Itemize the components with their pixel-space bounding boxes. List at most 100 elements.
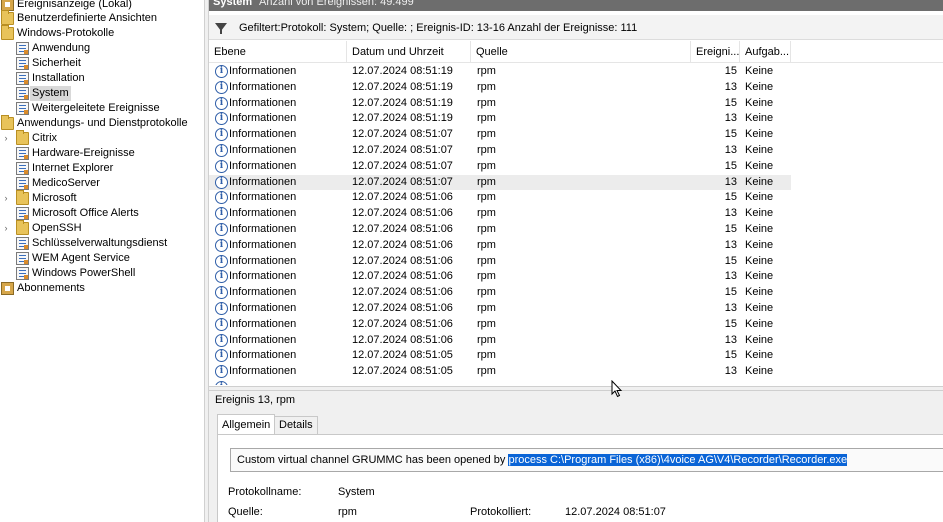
tree-item-windows-protokolle[interactable]: Windows-Protokolle — [0, 25, 204, 41]
event-id: 15 — [724, 128, 737, 140]
column-header-source[interactable]: Quelle — [471, 41, 691, 63]
filter-bar: Gefiltert:Protokoll: System; Quelle: ; E… — [209, 15, 943, 40]
event-id: 15 — [724, 223, 737, 235]
log-icon — [16, 102, 29, 115]
event-grid: Ebene Datum und Uhrzeit Quelle Ereigni..… — [209, 41, 943, 386]
event-task: Keine — [745, 239, 774, 251]
event-row[interactable]: i Informationen 12.07.2024 08:51:19 rpm 13 Ke… — [209, 80, 791, 95]
event-task: Keine — [745, 112, 774, 124]
tree-item-microsoft[interactable]: › Microsoft — [0, 190, 204, 206]
event-row[interactable]: i Informationen 12.07.2024 08:51:05 rpm 15 Ke… — [209, 348, 791, 363]
event-row[interactable]: i Informationen 12.07.2024 08:51:07 rpm 15 Ke… — [209, 159, 791, 174]
tree-item-microsoft-office-alerts[interactable]: Microsoft Office Alerts — [0, 206, 204, 221]
event-row[interactable]: i Informationen 12.07.2024 08:51:06 rpm 13 Ke… — [209, 206, 791, 221]
log-title: System — [213, 0, 253, 8]
event-row[interactable]: i Informationen 12.07.2024 08:51:19 rpm 15 Ke… — [209, 64, 791, 79]
column-header-task[interactable]: Aufgab... — [740, 41, 791, 63]
event-description[interactable]: Custom virtual channel GRUMMC has been o… — [237, 454, 848, 466]
event-source: rpm — [477, 349, 496, 361]
tree-item-label: Schlüsselverwaltungsdienst — [32, 237, 168, 249]
tree-item-abonnements[interactable]: Abonnements — [0, 281, 204, 296]
information-icon: i — [215, 381, 228, 385]
event-source: rpm — [477, 191, 496, 203]
column-header-event-id[interactable]: Ereigni... — [691, 41, 740, 63]
event-source: rpm — [477, 302, 496, 314]
event-source: rpm — [477, 270, 496, 282]
information-icon: i — [215, 81, 228, 94]
expand-caret-icon[interactable]: › — [2, 221, 10, 236]
event-row[interactable]: i Informationen 12.07.2024 08:51:06 rpm 13 Ke… — [209, 333, 791, 348]
column-header-date[interactable]: Datum und Uhrzeit — [347, 41, 471, 63]
protokolliert-label: Protokolliert: — [470, 506, 532, 518]
event-date: 12.07.2024 08:51:05 — [352, 365, 453, 377]
event-date: 12.07.2024 08:51:06 — [352, 207, 453, 219]
event-date: 12.07.2024 08:51:06 — [352, 318, 453, 330]
event-level: Informationen — [229, 270, 297, 282]
log-icon — [16, 42, 29, 55]
event-row[interactable]: i Informationen 12.07.2024 08:51:06 rpm 15 Ke… — [209, 254, 791, 269]
event-date: 12.07.2024 08:51:19 — [352, 65, 453, 77]
event-task: Keine — [745, 318, 774, 330]
information-icon: i — [215, 112, 228, 125]
event-row[interactable]: i Informationen 12.07.2024 08:51:06 rpm 15 Ke… — [209, 190, 791, 205]
event-id: 13 — [724, 112, 737, 124]
event-row-partial[interactable]: i — [209, 380, 791, 385]
description-selected-text[interactable]: process C:\Program Files (x86)\4voice AG… — [508, 454, 848, 466]
event-row[interactable]: i Informationen 12.07.2024 08:51:06 rpm 13 Ke… — [209, 269, 791, 284]
event-source: rpm — [477, 239, 496, 251]
event-row[interactable]: i Informationen 12.07.2024 08:51:06 rpm 15 Ke… — [209, 222, 791, 237]
column-header-level[interactable]: Ebene — [209, 41, 347, 63]
event-row[interactable]: i Informationen 12.07.2024 08:51:06 rpm 13 Ke… — [209, 301, 791, 316]
tree-item-internet-explorer[interactable]: Internet Explorer — [0, 161, 204, 176]
event-date: 12.07.2024 08:51:06 — [352, 223, 453, 235]
event-level: Informationen — [229, 65, 297, 77]
tab-allgemein[interactable]: Allgemein — [217, 414, 276, 435]
protokollname-value: System — [338, 486, 375, 498]
tree-item-medicoserver[interactable]: MedicoServer — [0, 176, 204, 191]
event-row[interactable]: i Informationen 12.07.2024 08:51:06 rpm 15 Ke… — [209, 317, 791, 332]
tree-item-system[interactable]: System — [0, 86, 204, 101]
column-header-row: Ebene Datum und Uhrzeit Quelle Ereigni..… — [209, 41, 943, 63]
log-icon — [16, 252, 29, 265]
tree-item-windows-powershell[interactable]: Windows PowerShell — [0, 266, 204, 281]
event-row[interactable]: i Informationen 12.07.2024 08:51:05 rpm 13 Ke… — [209, 364, 791, 379]
event-level: Informationen — [229, 302, 297, 314]
tree-item-wem-agent-service[interactable]: WEM Agent Service — [0, 251, 204, 266]
tree-item-openssh[interactable]: › OpenSSH — [0, 220, 204, 236]
event-task: Keine — [745, 144, 774, 156]
tree-item-schlüsselverwaltungsdienst[interactable]: Schlüsselverwaltungsdienst — [0, 236, 204, 251]
event-row[interactable]: i Informationen 12.07.2024 08:51:06 rpm 13 Ke… — [209, 238, 791, 253]
tab-details[interactable]: Details — [274, 416, 318, 434]
event-level: Informationen — [229, 176, 297, 188]
tree-item-anwendung[interactable]: Anwendung — [0, 41, 204, 56]
tree-item-label: Windows PowerShell — [32, 267, 136, 279]
expand-caret-icon[interactable]: › — [2, 131, 10, 146]
tree-item-sicherheit[interactable]: Sicherheit — [0, 56, 204, 71]
event-row[interactable]: i Informationen 12.07.2024 08:51:19 rpm 15 Ke… — [209, 96, 791, 111]
tree-item-citrix[interactable]: › Citrix — [0, 130, 204, 146]
tree-item-weitergeleitete-ereignisse[interactable]: Weitergeleitete Ereignisse — [0, 101, 204, 116]
event-row[interactable]: i Informationen 12.07.2024 08:51:07 rpm 13 Ke… — [209, 175, 791, 190]
tree-item-benutzerdefinierte-ansichten[interactable]: Benutzerdefinierte Ansichten — [0, 10, 204, 26]
protokolliert-value: 12.07.2024 08:51:07 — [565, 506, 666, 518]
tree-item-hardware-ereignisse[interactable]: Hardware-Ereignisse — [0, 146, 204, 161]
event-task: Keine — [745, 255, 774, 267]
event-id: 13 — [724, 302, 737, 314]
event-count: Anzahl von Ereignissen: 49.499 — [259, 0, 414, 8]
event-row[interactable]: i Informationen 12.07.2024 08:51:06 rpm 15 Ke… — [209, 285, 791, 300]
tree-item-label: MedicoServer — [32, 177, 100, 189]
event-row[interactable]: i Informationen 12.07.2024 08:51:19 rpm 13 Ke… — [209, 111, 791, 126]
event-source: rpm — [477, 65, 496, 77]
event-row[interactable]: i Informationen 12.07.2024 08:51:07 rpm 13 Ke… — [209, 143, 791, 158]
tree-item-anwendungs-und-dienstprotokolle[interactable]: Anwendungs- und Dienstprotokolle — [0, 115, 204, 131]
event-row[interactable]: i Informationen 12.07.2024 08:51:07 rpm 15 Ke… — [209, 127, 791, 142]
expand-caret-icon[interactable]: › — [2, 191, 10, 206]
filter-icon — [215, 23, 227, 34]
event-level: Informationen — [229, 349, 297, 361]
tree-item-label: Weitergeleitete Ereignisse — [32, 102, 160, 114]
tree-item-label: Citrix — [32, 132, 58, 144]
tree-item-installation[interactable]: Installation — [0, 71, 204, 86]
event-description-box[interactable]: Custom virtual channel GRUMMC has been o… — [230, 448, 943, 472]
log-icon — [16, 57, 29, 70]
event-source: rpm — [477, 223, 496, 235]
